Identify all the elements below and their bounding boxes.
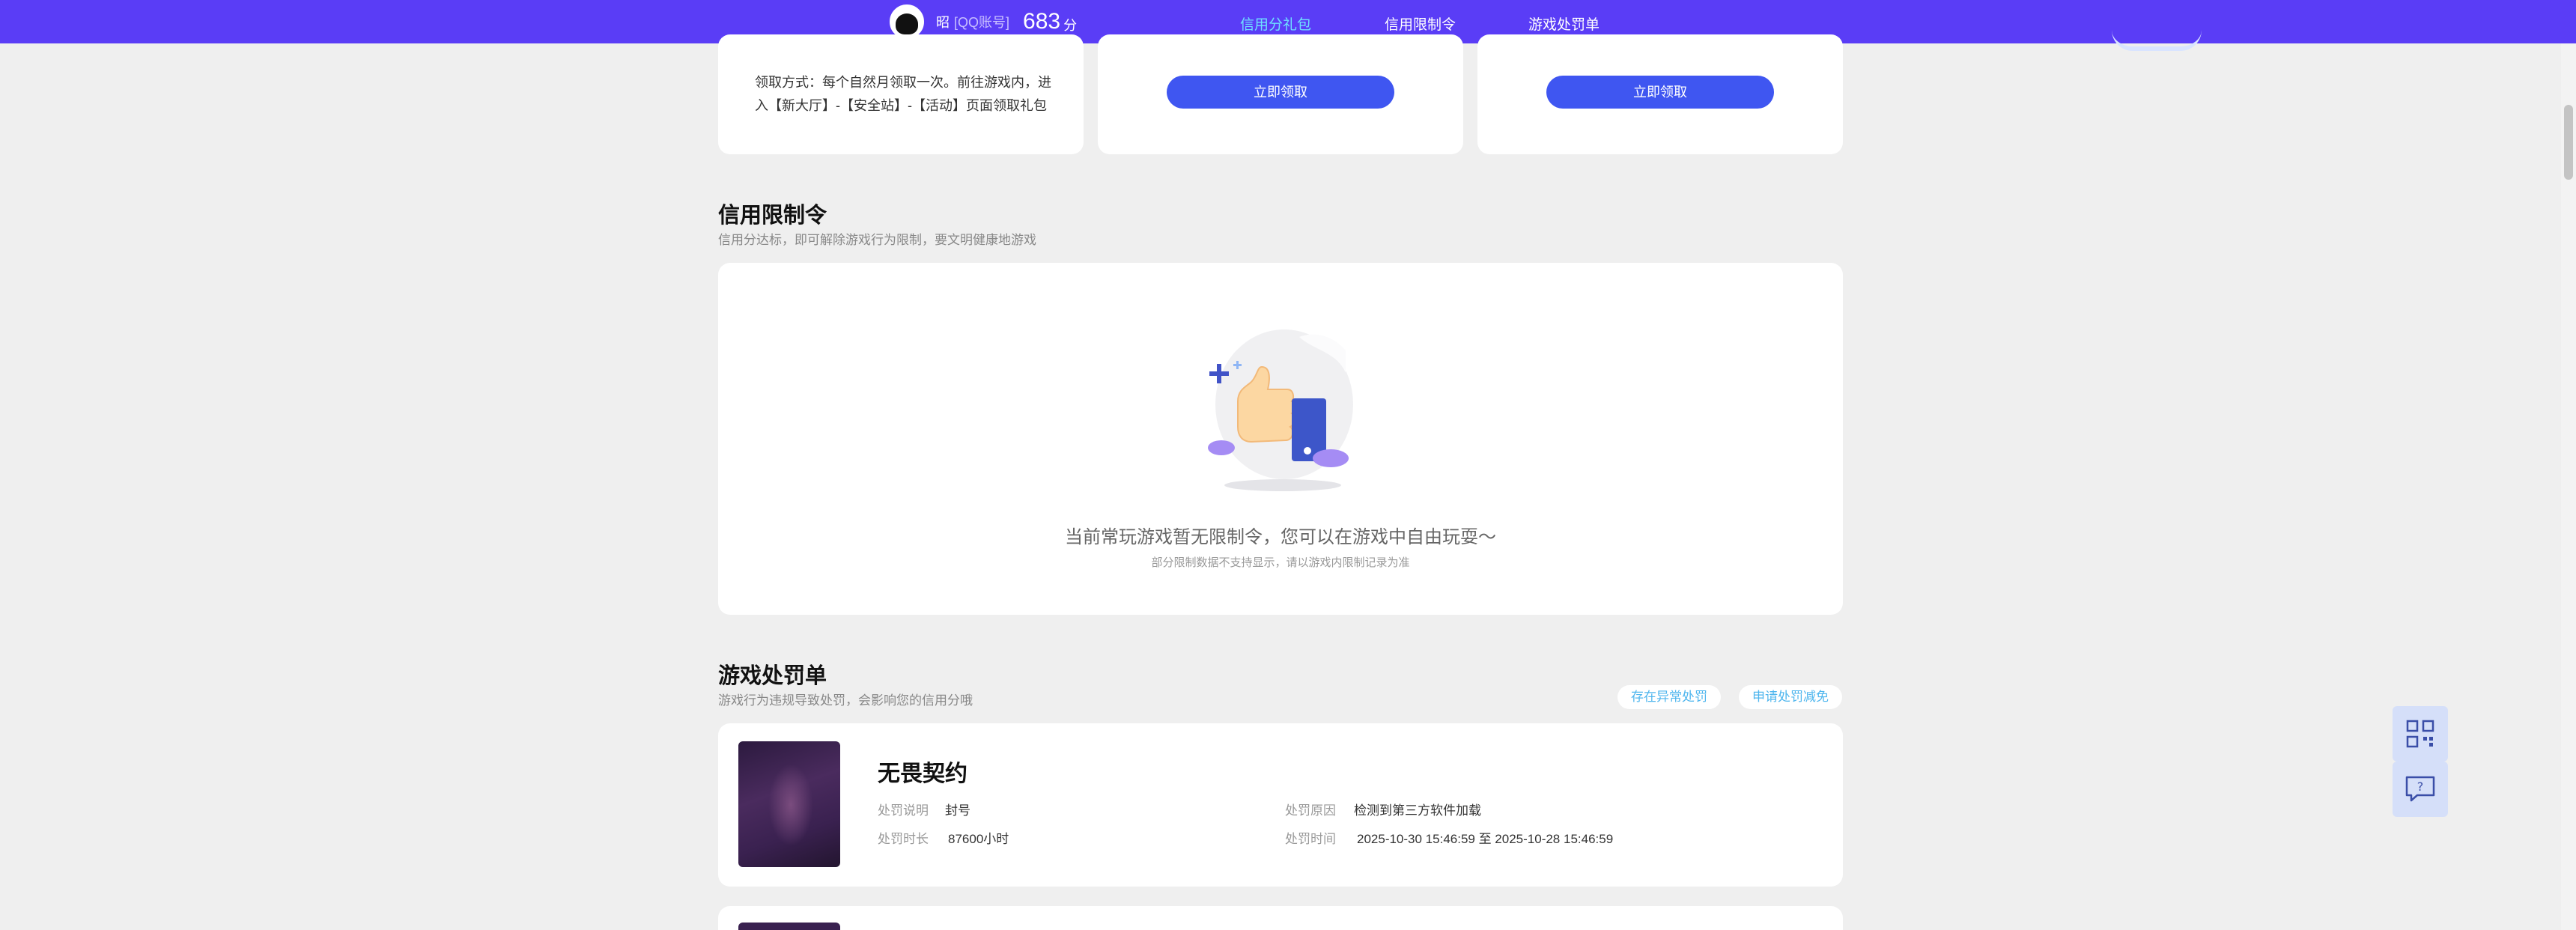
penalty-title: 游戏处罚单 bbox=[718, 664, 827, 688]
scrollbar-thumb[interactable] bbox=[2564, 105, 2573, 180]
game-name: 无畏契约 bbox=[878, 762, 967, 786]
penalty-subtitle: 游戏行为违规导致处罚，会影响您的信用分哦 bbox=[718, 693, 973, 708]
qr-code-icon bbox=[2406, 720, 2434, 748]
penalty-time-label: 处罚时间 bbox=[1285, 832, 1336, 846]
credit-score-unit: 分 bbox=[1063, 18, 1078, 33]
gift-claim-desc: 领取方式：每个自然月领取一次。前往游戏内，进入【新大厅】-【安全站】-【活动】页… bbox=[755, 75, 1051, 113]
svg-text:?: ? bbox=[2417, 779, 2424, 794]
account-type: [QQ账号] bbox=[954, 15, 1010, 30]
penalty-reason-label: 处罚原因 bbox=[1285, 803, 1336, 818]
game-thumbnail bbox=[738, 741, 840, 867]
claim-button[interactable]: 立即领取 bbox=[1167, 76, 1394, 109]
penalty-duration-label: 处罚时长 bbox=[878, 832, 929, 846]
penalty-time-value: 2025-10-30 15:46:59 至 2025-10-28 15:46:5… bbox=[1357, 832, 1614, 846]
penalty-item bbox=[718, 906, 1843, 930]
penalty-reason-value: 检测到第三方软件加载 bbox=[1354, 803, 1481, 818]
tab-game-penalty[interactable]: 游戏处罚单 bbox=[1528, 13, 1600, 34]
restriction-title: 信用限制令 bbox=[718, 204, 827, 228]
tab-credit-restriction[interactable]: 信用限制令 bbox=[1385, 13, 1456, 34]
thumbs-up-illustration bbox=[1208, 329, 1353, 491]
credit-score: 683 bbox=[1023, 9, 1061, 34]
claim-button[interactable]: 立即领取 bbox=[1546, 76, 1774, 109]
empty-message: 当前常玩游戏暂无限制令，您可以在游戏中自由玩耍～ bbox=[1065, 527, 1496, 547]
restriction-subtitle: 信用分达标，即可解除游戏行为限制，要文明健康地游戏 bbox=[718, 233, 1036, 247]
penalty-desc-label: 处罚说明 bbox=[878, 803, 929, 818]
empty-note: 部分限制数据不支持显示，请以游戏内限制记录为准 bbox=[1151, 556, 1410, 569]
help-icon: ? bbox=[2405, 776, 2435, 802]
tab-credit-gift[interactable]: 信用分礼包 bbox=[1240, 13, 1312, 49]
abnormal-penalty-button[interactable]: 存在异常处罚 bbox=[1617, 685, 1721, 709]
decoration-arc bbox=[2112, 30, 2202, 51]
apply-reduction-button[interactable]: 申请处罚减免 bbox=[1739, 685, 1842, 709]
qr-code-button[interactable] bbox=[2393, 706, 2448, 762]
user-name: 昭 bbox=[936, 15, 950, 30]
help-button[interactable]: ? bbox=[2393, 762, 2448, 817]
penalty-duration-value: 87600小时 bbox=[948, 832, 1009, 846]
game-thumbnail bbox=[738, 923, 840, 930]
penalty-desc-value: 封号 bbox=[945, 803, 970, 818]
